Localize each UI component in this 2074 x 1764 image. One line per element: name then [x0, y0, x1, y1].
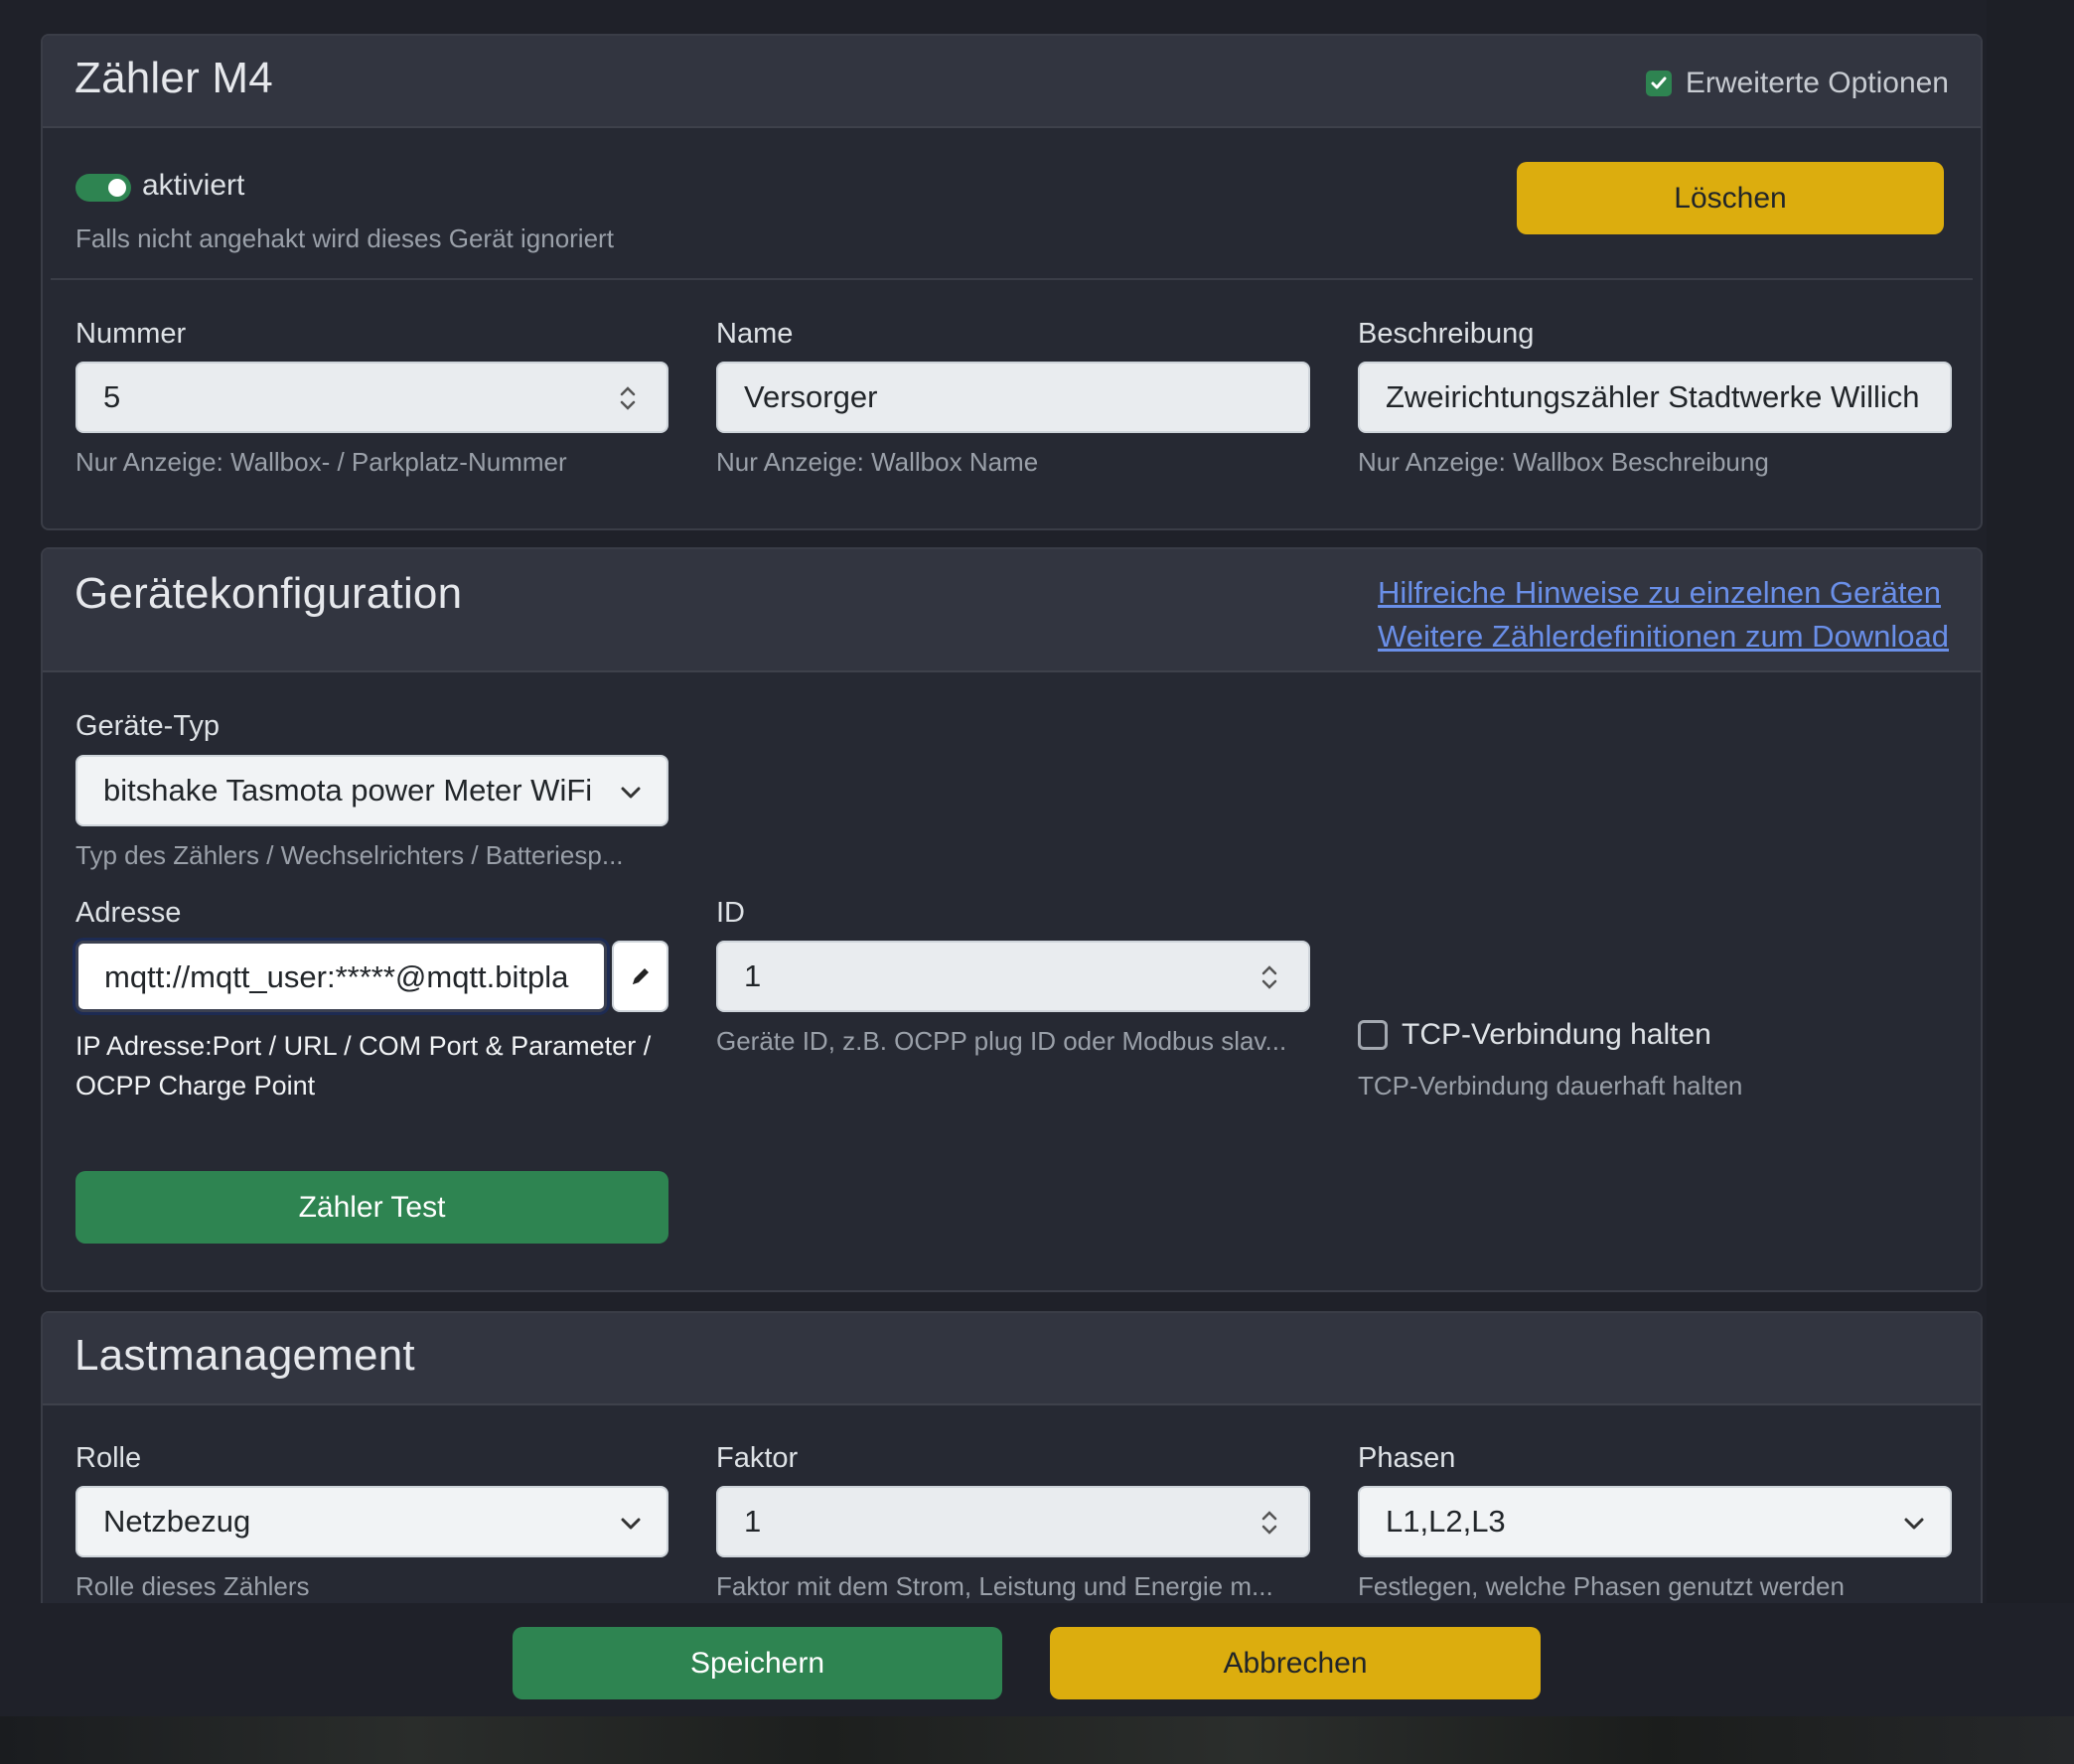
meter-test-button[interactable]: Zähler Test [75, 1171, 668, 1244]
description-help: Nur Anzeige: Wallbox Beschreibung [1358, 447, 1769, 477]
name-value: Versorger [744, 379, 878, 414]
cancel-button[interactable]: Abbrechen [1050, 1627, 1541, 1699]
save-button[interactable]: Speichern [513, 1627, 1002, 1699]
name-label: Name [716, 318, 794, 350]
load-management-title: Lastmanagement [74, 1331, 415, 1380]
id-input[interactable]: 1 [716, 941, 1310, 1012]
sticky-footer: Speichern Abbrechen [0, 1603, 2074, 1716]
hints-link[interactable]: Hilfreiche Hinweise zu einzelnen Geräten [1378, 575, 1949, 611]
chevron-down-icon [621, 1518, 641, 1530]
help-links: Hilfreiche Hinweise zu einzelnen Geräten… [1378, 575, 1949, 655]
role-value: Netzbezug [103, 1504, 251, 1539]
chevron-down-icon [621, 787, 641, 799]
name-input[interactable]: Versorger [716, 362, 1310, 433]
factor-value: 1 [744, 1504, 762, 1539]
phases-select[interactable]: L1,L2,L3 [1358, 1486, 1952, 1557]
activated-help: Falls nicht angehakt wird dieses Gerät i… [75, 223, 614, 253]
meter-card: Zähler M4 Erweiterte Optionen aktiviert … [41, 34, 1983, 530]
activated-label: aktiviert [142, 169, 245, 202]
description-value: Zweirichtungszähler Stadtwerke Willich [1386, 379, 1920, 414]
device-config-header: Gerätekonfiguration Hilfreiche Hinweise … [43, 549, 1981, 672]
check-icon [1651, 76, 1667, 89]
address-help-line1: IP Adresse:Port / URL / COM Port & Param… [75, 1031, 652, 1061]
phases-label: Phasen [1358, 1442, 1456, 1474]
meter-card-title: Zähler M4 [74, 54, 273, 102]
number-label: Nummer [75, 318, 187, 350]
id-help: Geräte ID, z.B. OCPP plug ID oder Modbus… [716, 1026, 1287, 1056]
load-management-card: Lastmanagement Rolle Netzbezug Rolle die… [41, 1311, 1983, 1639]
advanced-options-checkbox[interactable] [1645, 71, 1672, 96]
switch-knob [108, 179, 126, 197]
id-label: ID [716, 897, 745, 929]
phases-value: L1,L2,L3 [1386, 1504, 1506, 1539]
advanced-options-label: Erweiterte Optionen [1685, 67, 1949, 99]
factor-help: Faktor mit dem Strom, Leistung und Energ… [716, 1571, 1273, 1601]
chevron-down-icon [1904, 1518, 1924, 1530]
right-scroll-gutter [1987, 0, 2074, 1603]
factor-input[interactable]: 1 [716, 1486, 1310, 1557]
role-label: Rolle [75, 1442, 142, 1474]
tcp-checkbox[interactable] [1358, 1020, 1388, 1050]
tcp-label: TCP-Verbindung halten [1402, 1018, 1711, 1051]
address-help-line2: OCPP Charge Point [75, 1071, 316, 1101]
description-input[interactable]: Zweirichtungszähler Stadtwerke Willich [1358, 362, 1952, 433]
address-label: Adresse [75, 897, 182, 929]
load-management-header: Lastmanagement [43, 1313, 1981, 1405]
spinner-icon[interactable] [1260, 1508, 1278, 1538]
activated-switch[interactable] [75, 174, 131, 202]
tcp-help: TCP-Verbindung dauerhaft halten [1358, 1071, 1743, 1101]
download-link[interactable]: Weitere Zählerdefinitionen zum Download [1378, 619, 1949, 655]
phases-help: Festlegen, welche Phasen genutzt werden [1358, 1571, 1845, 1601]
device-type-select[interactable]: bitshake Tasmota power Meter WiFi [75, 755, 668, 826]
name-help: Nur Anzeige: Wallbox Name [716, 447, 1039, 477]
meter-card-divider [51, 278, 1973, 280]
number-value: 5 [103, 379, 121, 414]
number-help: Nur Anzeige: Wallbox- / Parkplatz-Nummer [75, 447, 567, 477]
address-input[interactable]: mqtt://mqtt_user:*****@mqtt.bitpla [75, 941, 607, 1012]
spinner-icon[interactable] [1260, 962, 1278, 992]
spinner-icon[interactable] [619, 383, 637, 413]
id-value: 1 [744, 958, 762, 993]
device-type-help: Typ des Zählers / Wechselrichters / Batt… [75, 840, 624, 870]
device-config-card: Gerätekonfiguration Hilfreiche Hinweise … [41, 547, 1983, 1292]
description-label: Beschreibung [1358, 318, 1535, 350]
page: Zähler M4 Erweiterte Optionen aktiviert … [0, 0, 2074, 1764]
pencil-icon [633, 968, 649, 984]
address-help: IP Adresse:Port / URL / COM Port & Param… [75, 1026, 651, 1105]
factor-label: Faktor [716, 1442, 799, 1474]
advanced-options-toggle[interactable]: Erweiterte Optionen [1645, 66, 1949, 101]
device-type-value: bitshake Tasmota power Meter WiFi [103, 773, 593, 808]
address-value: mqtt://mqtt_user:*****@mqtt.bitpla [104, 959, 569, 994]
background-image-strip [0, 1716, 2074, 1764]
address-edit-button[interactable] [612, 941, 668, 1012]
number-input[interactable]: 5 [75, 362, 668, 433]
role-select[interactable]: Netzbezug [75, 1486, 668, 1557]
delete-button[interactable]: Löschen [1517, 162, 1944, 234]
role-help: Rolle dieses Zählers [75, 1571, 310, 1601]
device-config-title: Gerätekonfiguration [74, 569, 463, 618]
device-type-label: Geräte-Typ [75, 710, 221, 742]
meter-card-header: Zähler M4 Erweiterte Optionen [43, 36, 1981, 128]
